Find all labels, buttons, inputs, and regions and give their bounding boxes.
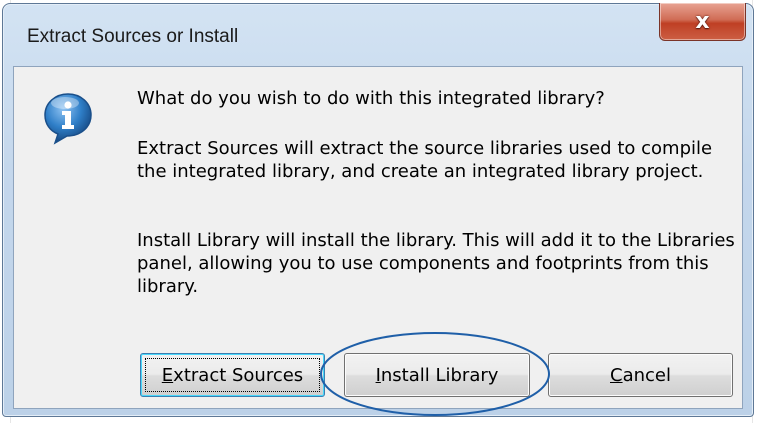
button-row: Extract Sources Install Library Cancel bbox=[14, 353, 744, 401]
dialog-body: What do you wish to do with this integra… bbox=[13, 66, 743, 409]
dialog-title: Extract Sources or Install bbox=[27, 26, 239, 47]
dialog-question: What do you wish to do with this integra… bbox=[137, 88, 605, 109]
install-library-button[interactable]: Install Library bbox=[344, 353, 530, 397]
cancel-label: Cancel bbox=[610, 364, 671, 386]
extract-description: Extract Sources will extract the source … bbox=[137, 138, 713, 182]
close-icon: x bbox=[695, 9, 710, 34]
install-description: Install Library will install the library… bbox=[137, 230, 735, 297]
cancel-button[interactable]: Cancel bbox=[548, 353, 733, 397]
extract-sources-button[interactable]: Extract Sources bbox=[140, 353, 325, 397]
focus-rectangle bbox=[145, 358, 320, 392]
close-button[interactable]: x bbox=[659, 3, 746, 41]
information-icon bbox=[44, 93, 92, 145]
install-library-label: Install Library bbox=[375, 364, 499, 386]
title-bar[interactable]: Extract Sources or Install x bbox=[3, 3, 753, 66]
dialog-window: Extract Sources or Install x What do you… bbox=[2, 3, 754, 417]
